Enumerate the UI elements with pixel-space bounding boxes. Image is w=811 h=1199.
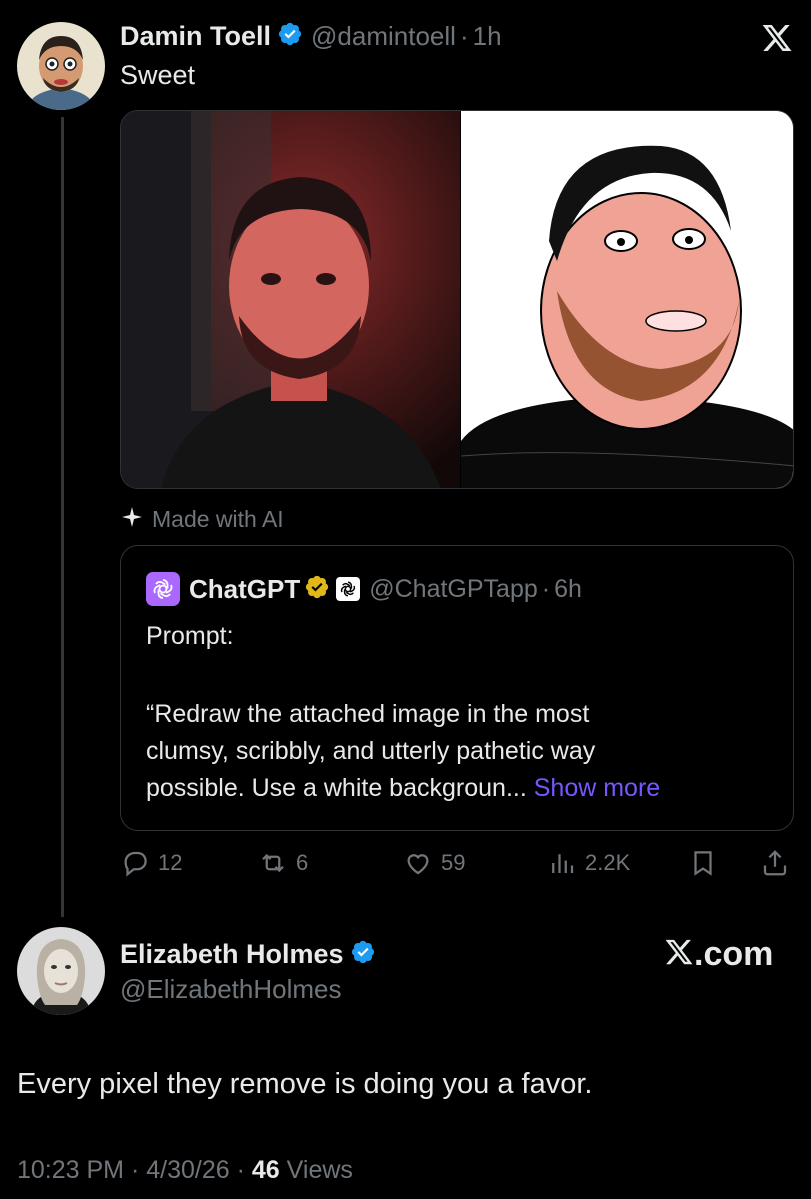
- quote-author-name[interactable]: ChatGPT: [189, 574, 300, 605]
- reply-handle[interactable]: @ElizabethHolmes: [120, 974, 341, 1005]
- quote-prompt-label: Prompt:: [146, 622, 234, 650]
- quote-body-line: possible. Use a white backgroun... Show …: [146, 770, 660, 807]
- ai-label-text: Made with AI: [152, 506, 284, 532]
- repost-count: 6: [296, 850, 309, 875]
- bookmark-icon: [688, 848, 718, 878]
- scribble-image[interactable]: [460, 111, 793, 488]
- verified-badge-icon: [277, 21, 303, 52]
- quote-handle[interactable]: @ChatGPTapp: [369, 575, 538, 604]
- tweet-header: Damin Toell @damintoell · 1h: [120, 18, 502, 54]
- verified-badge-icon: [350, 939, 376, 970]
- separator-dot: ·: [459, 20, 469, 51]
- author-name[interactable]: Damin Toell: [120, 21, 271, 52]
- affiliate-badge-icon: [336, 577, 361, 601]
- like-button[interactable]: 59: [403, 845, 465, 881]
- views-button[interactable]: 2.2K: [547, 845, 630, 881]
- reply-icon: [120, 848, 150, 878]
- views-icon: [547, 848, 577, 878]
- tweet-meta: 10:23 PM · 4/30/26 · 46 Views: [17, 1156, 353, 1185]
- quote-time[interactable]: 6h: [554, 575, 582, 604]
- openai-icon: [153, 579, 173, 599]
- reply-button[interactable]: 12: [120, 845, 182, 881]
- avatar[interactable]: [17, 22, 105, 110]
- share-icon: [760, 848, 790, 878]
- reply-header: Elizabeth Holmes: [120, 936, 376, 972]
- views-label: Views: [286, 1156, 353, 1184]
- ai-label[interactable]: Made with AI: [120, 505, 284, 534]
- quoted-tweet[interactable]: ChatGPT @ChatGPTapp · 6h Prompt: “Redraw…: [120, 545, 794, 831]
- verified-gold-icon: [304, 574, 330, 605]
- show-more-link[interactable]: Show more: [534, 774, 660, 802]
- bookmark-button[interactable]: [688, 845, 718, 881]
- repost-button[interactable]: 6: [258, 845, 308, 881]
- like-count: 59: [441, 850, 466, 875]
- timestamp[interactable]: 10:23 PM: [17, 1156, 124, 1184]
- avatar[interactable]: [17, 927, 105, 1015]
- reply-author-name[interactable]: Elizabeth Holmes: [120, 939, 344, 970]
- chatgpt-avatar[interactable]: [146, 572, 180, 606]
- quote-body-line: clumsy, scribbly, and utterly pathetic w…: [146, 737, 596, 765]
- separator-dot: ·: [541, 574, 551, 603]
- views-count: 2.2K: [585, 850, 631, 875]
- like-icon: [403, 848, 433, 878]
- sparkle-icon: [120, 505, 144, 534]
- tweet-time[interactable]: 1h: [473, 21, 502, 52]
- brand-text: .com: [694, 934, 774, 973]
- reply-text: Every pixel they remove is doing you a f…: [17, 1068, 593, 1100]
- quote-header: ChatGPT @ChatGPTapp · 6h: [146, 572, 582, 606]
- separator-dot: ·: [236, 1156, 245, 1184]
- x-logo-icon[interactable]: [760, 22, 794, 54]
- date[interactable]: 4/30/26: [146, 1156, 229, 1184]
- separator-dot: ·: [130, 1156, 140, 1184]
- thread-line: [61, 117, 64, 917]
- x-logo-icon: [664, 937, 694, 972]
- xcom-brand[interactable]: .com: [664, 934, 773, 974]
- quote-body: “Redraw the attached image in the most c…: [146, 696, 660, 807]
- reply-count: 12: [158, 850, 183, 875]
- quote-body-text: possible. Use a white backgroun: [146, 774, 506, 802]
- share-button[interactable]: [760, 845, 790, 881]
- photo-image[interactable]: [121, 111, 460, 488]
- quote-body-line: “Redraw the attached image in the most: [146, 700, 590, 728]
- media-grid[interactable]: [120, 110, 794, 489]
- tweet-text: Sweet: [120, 60, 196, 90]
- author-handle[interactable]: @damintoell: [311, 21, 456, 52]
- ellipsis: ...: [505, 774, 527, 802]
- repost-icon: [258, 848, 288, 878]
- views-count: 46: [251, 1156, 280, 1184]
